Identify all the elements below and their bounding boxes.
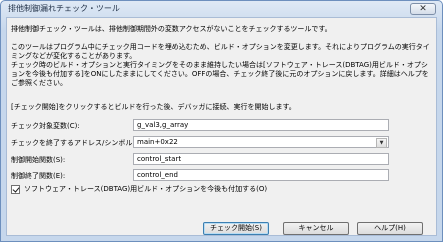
description-text: 排他制御チェック・ツールは、排他制御期間外の変数アクセスがないことをチェックする…: [11, 25, 430, 87]
title-bar[interactable]: 排他制御漏れチェック・ツール ✕: [1, 1, 442, 17]
keep-build-option-label: ソフトウェア・トレース(DBTAG)用ビルド・オプションを今後も付加する(O): [24, 185, 268, 193]
window-title: 排他制御漏れチェック・ツール: [8, 4, 120, 13]
start-function-input[interactable]: [133, 153, 389, 165]
end-address-label: チェックを終了するアドレス/シンボル(E): [11, 139, 143, 147]
close-button[interactable]: ✕: [410, 3, 436, 15]
cancel-button[interactable]: キャンセル: [283, 222, 349, 235]
end-address-value: main+0x22: [137, 138, 178, 146]
end-address-combobox[interactable]: main+0x22 ▼: [133, 136, 389, 148]
close-icon: ✕: [419, 4, 427, 14]
target-variable-input[interactable]: [133, 119, 389, 131]
dialog-window: 排他制御漏れチェック・ツール ✕ 排他制御チェック・ツールは、排他制御期間外の変…: [0, 0, 443, 242]
keep-build-option-checkbox[interactable]: [11, 184, 20, 194]
end-function-input[interactable]: [133, 169, 389, 181]
start-check-button[interactable]: チェック開始(S): [203, 222, 269, 235]
target-variable-label: チェック対象変数(C):: [11, 122, 80, 130]
dialog-body: 排他制御チェック・ツールは、排他制御期間外の変数アクセスがないことをチェックする…: [6, 17, 437, 236]
keep-build-option-row[interactable]: ソフトウェア・トレース(DBTAG)用ビルド・オプションを今後も付加する(O): [11, 184, 267, 194]
help-button[interactable]: ヘルプ(H): [357, 222, 423, 235]
chevron-down-icon[interactable]: ▼: [376, 138, 387, 148]
start-note-text: [チェック開始]をクリックするとビルドを行った後、デバッガに接続、実行を開始しま…: [11, 103, 296, 111]
start-function-label: 制御開始関数(S):: [11, 156, 66, 164]
end-function-label: 制御終了関数(E):: [11, 172, 66, 180]
